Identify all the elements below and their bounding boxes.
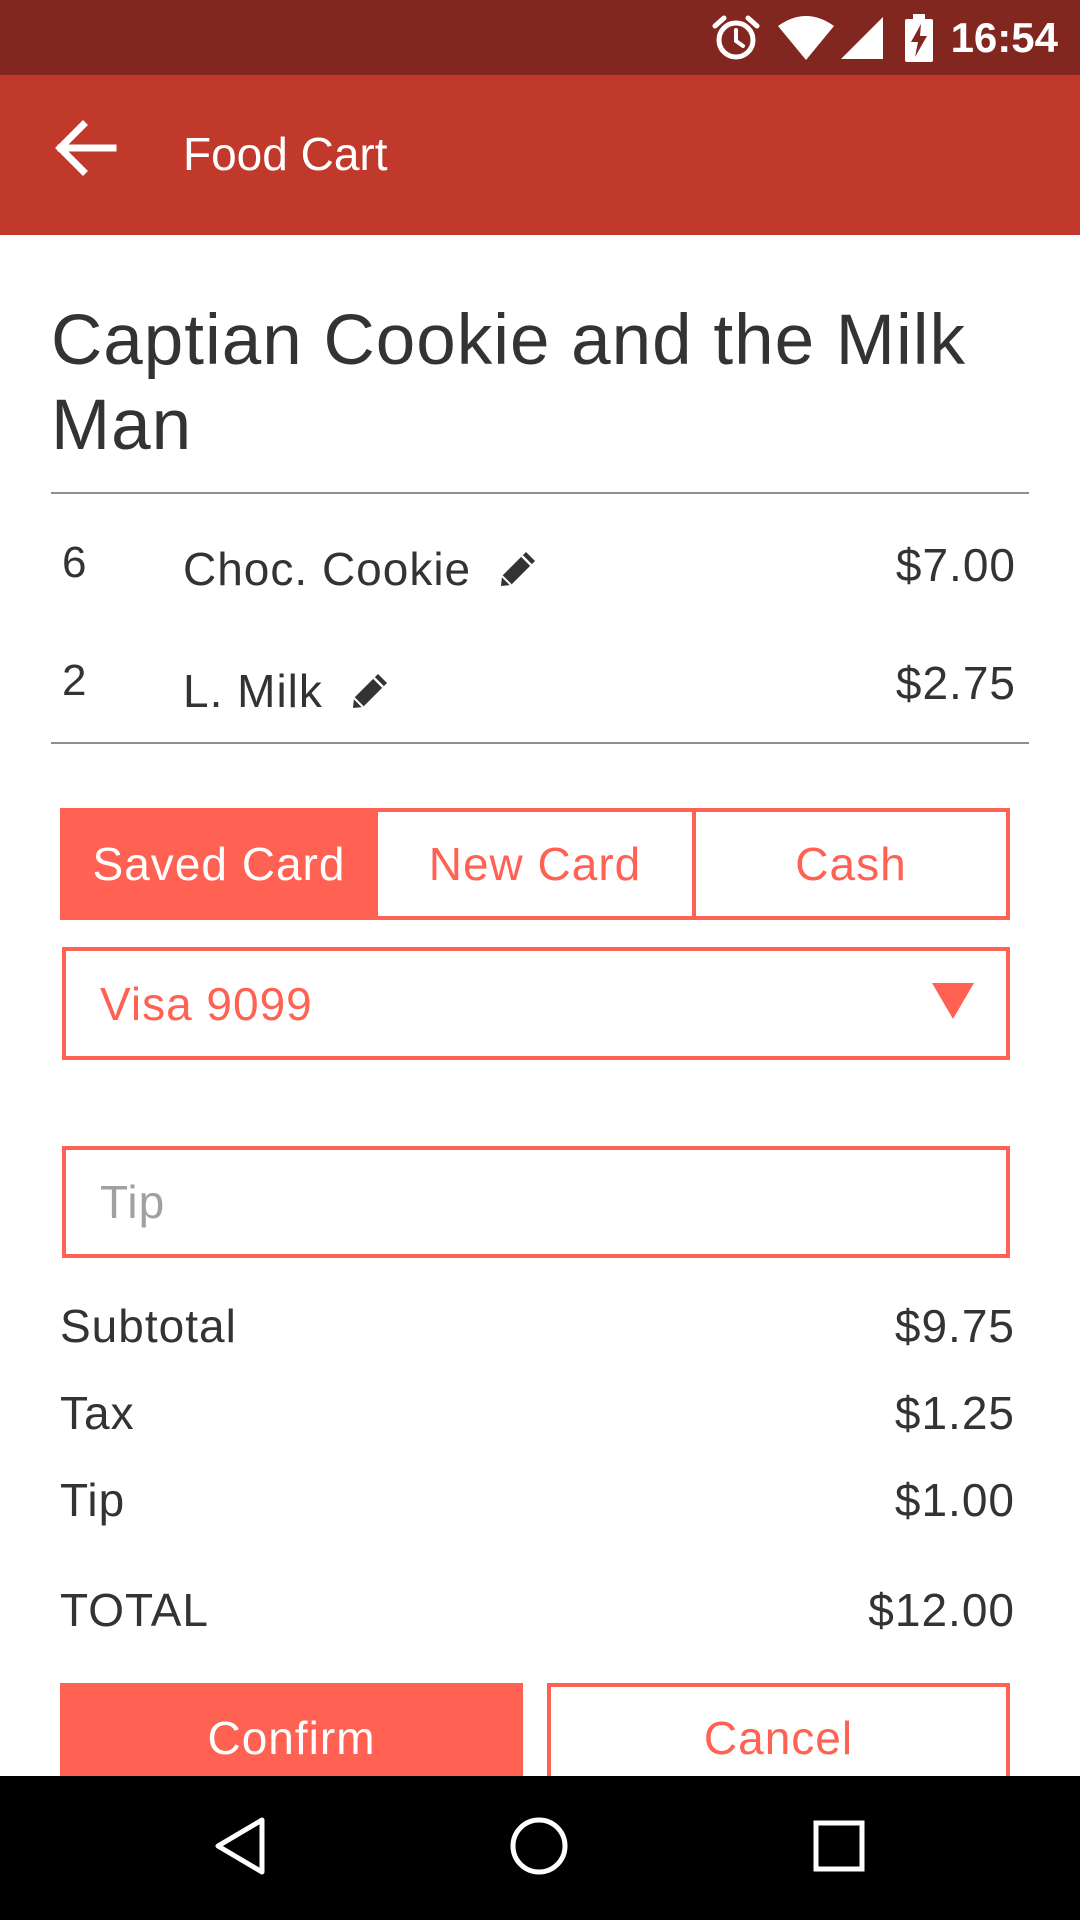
nav-home-icon — [509, 1816, 569, 1881]
card-select-value: Visa 9099 — [100, 977, 313, 1030]
nav-home-button[interactable] — [489, 1798, 589, 1898]
wifi-icon — [777, 15, 835, 60]
payment-method-tabs: Saved Card New Card Cash — [60, 808, 1010, 920]
total-row: TOTAL $12.00 — [60, 1580, 1015, 1640]
tip-row: Tip $1.00 — [60, 1470, 1015, 1530]
nav-recents-icon — [813, 1820, 865, 1877]
subtotal-row: Subtotal $9.75 — [60, 1296, 1015, 1356]
pencil-icon[interactable] — [497, 548, 539, 590]
cart-item-label: Choc. Cookie — [183, 543, 472, 595]
nav-back-icon — [212, 1816, 268, 1881]
back-button[interactable] — [30, 105, 140, 195]
tax-label: Tax — [60, 1387, 135, 1439]
arrow-back-icon — [53, 119, 117, 181]
subtotal-value: $9.75 — [894, 1300, 1015, 1352]
total-label: TOTAL — [60, 1584, 209, 1636]
tab-new-card[interactable]: New Card — [374, 812, 692, 916]
battery-charging-icon — [904, 13, 933, 62]
navigation-bar — [0, 1776, 1080, 1920]
cart-item-qty: 2 — [62, 656, 87, 705]
cart-item-price: $7.00 — [895, 539, 1016, 591]
tip-input[interactable] — [62, 1146, 1010, 1258]
total-value: $12.00 — [868, 1584, 1015, 1636]
tax-value: $1.25 — [894, 1387, 1015, 1439]
divider — [51, 742, 1029, 744]
cart-item: 6 Choc. Cookie $7.00 — [51, 538, 1029, 618]
nav-back-button[interactable] — [190, 1798, 290, 1898]
tax-row: Tax $1.25 — [60, 1383, 1015, 1443]
divider — [51, 492, 1029, 494]
alarm-icon — [711, 13, 761, 63]
app-title: Food Cart — [183, 128, 388, 180]
tab-cash[interactable]: Cash — [692, 812, 1006, 916]
app-bar: Food Cart — [0, 75, 1080, 235]
status-time: 16:54 — [950, 13, 1058, 61]
cart-item-qty: 6 — [62, 538, 87, 587]
subtotal-label: Subtotal — [60, 1300, 237, 1352]
store-name: Captian Cookie and the Milk Man — [51, 301, 966, 465]
card-select-dropdown[interactable]: Visa 9099 — [62, 947, 1010, 1060]
dropdown-triangle-icon — [930, 981, 976, 1026]
tip-label: Tip — [60, 1474, 126, 1526]
status-bar: 16:54 — [0, 0, 1080, 75]
cell-signal-icon — [839, 15, 885, 61]
cart-item-label: L. Milk — [183, 665, 323, 717]
cart-item-name: L. Milk — [183, 664, 391, 718]
status-icons: 16:54 — [711, 0, 1058, 75]
pencil-icon[interactable] — [349, 670, 391, 712]
nav-recents-button[interactable] — [789, 1798, 889, 1898]
cart-item-name: Choc. Cookie — [183, 542, 539, 596]
cart-item-price: $2.75 — [895, 657, 1016, 709]
tab-saved-card[interactable]: Saved Card — [64, 812, 374, 916]
tip-value: $1.00 — [894, 1474, 1015, 1526]
cart-item: 2 L. Milk $2.75 — [51, 656, 1029, 736]
